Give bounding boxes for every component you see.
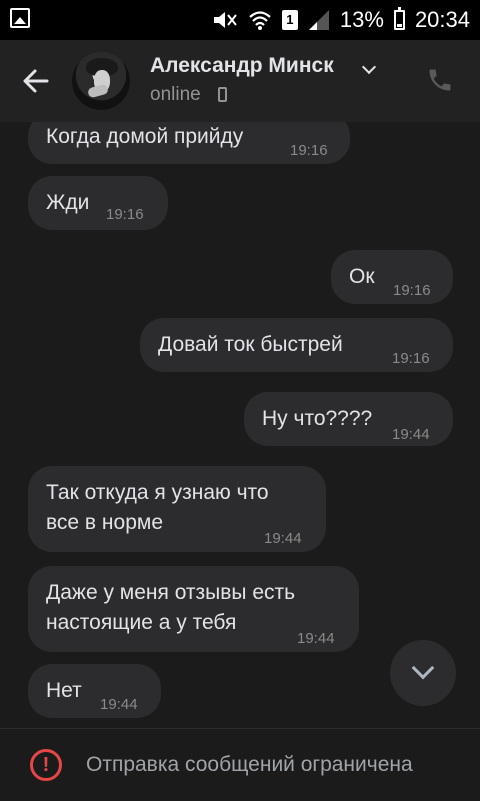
- message-time: 19:16: [106, 206, 144, 223]
- message-text: Ок: [349, 265, 375, 288]
- message-incoming[interactable]: Так откуда я узнаю что все в норме 19:44: [28, 466, 326, 552]
- back-button[interactable]: [16, 62, 56, 102]
- message-text: Довай ток быстрей: [158, 333, 343, 356]
- message-outgoing[interactable]: Довай ток быстрей 19:16: [140, 318, 453, 372]
- scroll-down-button[interactable]: [390, 640, 456, 706]
- message-time: 19:16: [290, 142, 328, 159]
- warning-icon: !: [30, 749, 62, 781]
- message-incoming[interactable]: Когда домой прийду 19:16: [28, 122, 350, 164]
- message-time: 19:16: [392, 350, 430, 367]
- arrow-left-icon: [23, 69, 49, 93]
- chevron-down-icon[interactable]: [361, 59, 377, 75]
- chevron-down-icon: [411, 656, 435, 680]
- message-text-line: Даже у меня отзывы есть: [46, 581, 296, 604]
- mobile-device-icon: [218, 87, 227, 102]
- message-text-line: настоящие а у тебя: [46, 611, 237, 634]
- sim-icon: 1: [281, 10, 298, 30]
- message-text-line: Так откуда я узнаю что: [46, 481, 269, 504]
- signal-icon: [308, 10, 329, 30]
- chat-header: Александр Минск online: [0, 40, 480, 122]
- message-text: Нет: [46, 679, 82, 702]
- battery-percent: 13%: [339, 7, 384, 32]
- message-restriction-bar: ! Отправка сообщений ограничена: [0, 728, 480, 801]
- mute-icon: [213, 12, 237, 28]
- phone-icon: [429, 69, 451, 91]
- contact-name[interactable]: Александр Минск: [150, 54, 334, 78]
- message-time: 19:44: [264, 530, 302, 547]
- avatar[interactable]: [72, 52, 130, 110]
- contact-status: online: [150, 84, 201, 105]
- message-incoming[interactable]: Жди 19:16: [28, 176, 168, 230]
- clock: 20:34: [414, 7, 470, 32]
- message-time: 19:44: [297, 630, 335, 647]
- message-incoming[interactable]: Нет 19:44: [28, 664, 161, 718]
- message-outgoing[interactable]: Ок 19:16: [331, 250, 453, 304]
- battery-icon: [393, 7, 405, 30]
- message-incoming[interactable]: Даже у меня отзывы есть настоящие а у те…: [28, 566, 359, 652]
- restriction-text: Отправка сообщений ограничена: [86, 753, 413, 776]
- wifi-icon: [249, 11, 271, 30]
- message-text: Когда домой прийду: [46, 125, 244, 148]
- message-text: Жди: [46, 191, 90, 214]
- message-text: Ну что????: [262, 407, 373, 430]
- message-text-line: все в норме: [46, 511, 163, 534]
- message-list[interactable]: Когда домой прийду 19:16 Жди 19:16 Ок 19…: [0, 122, 480, 726]
- status-icons: 1 13% 20:34: [212, 6, 470, 34]
- message-time: 19:44: [100, 696, 138, 713]
- status-bar: 1 13% 20:34: [0, 0, 480, 40]
- message-time: 19:44: [392, 426, 430, 443]
- gallery-notification-icon: [10, 8, 30, 28]
- message-time: 19:16: [393, 282, 431, 299]
- call-button[interactable]: [424, 66, 456, 98]
- message-outgoing[interactable]: Ну что???? 19:44: [244, 392, 453, 446]
